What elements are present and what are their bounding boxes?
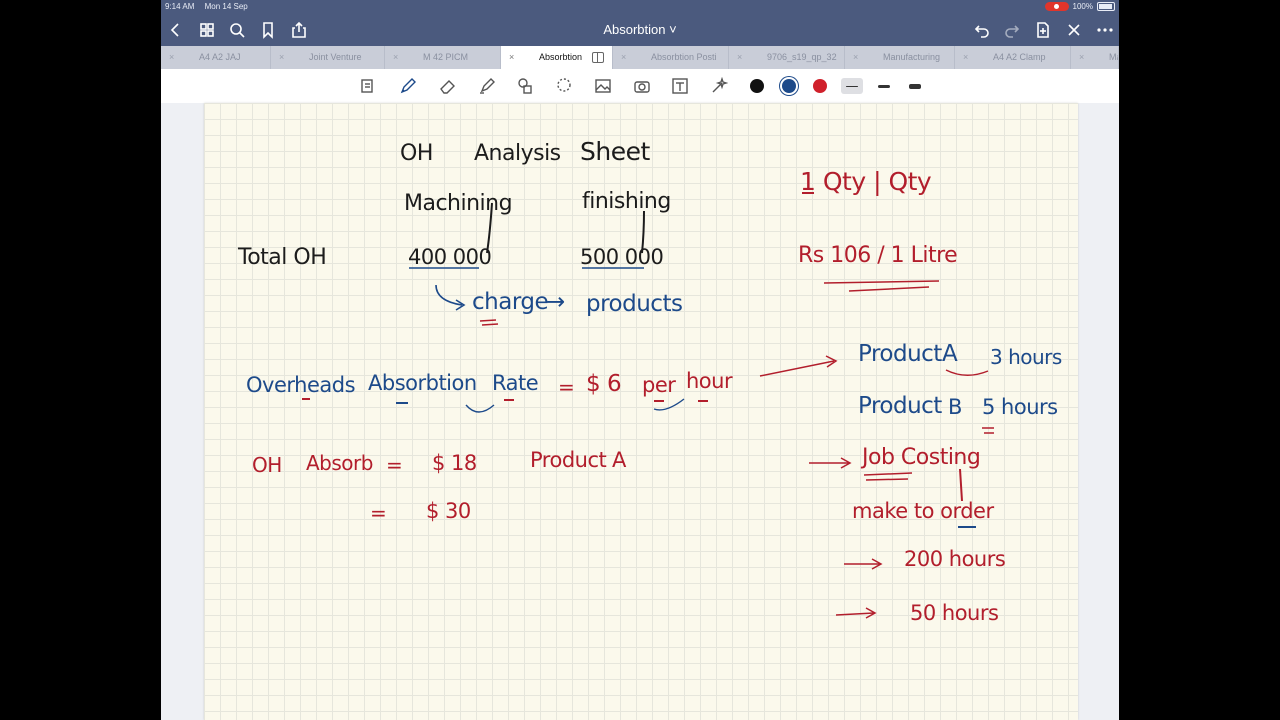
oar-per: per [642, 373, 676, 397]
note-arrow: → [546, 289, 565, 315]
product-b-word: Product [858, 393, 942, 419]
tab-joint-venture[interactable]: × Joint Venture [271, 46, 385, 69]
camera-icon[interactable] [631, 75, 653, 97]
image-icon[interactable] [592, 75, 614, 97]
close-tab-icon[interactable]: × [1079, 46, 1084, 69]
note-products: products [586, 291, 683, 317]
color-blue-swatch[interactable] [782, 79, 796, 93]
tab-label: Manuf [1109, 52, 1118, 62]
undo-icon[interactable] [971, 19, 993, 41]
tab-label: Absorbtion Posti [651, 52, 717, 62]
oh-absorb-word: Absorb [306, 451, 373, 475]
close-tab-icon[interactable]: × [169, 46, 174, 69]
close-tab-icon[interactable]: × [963, 46, 968, 69]
hours-200: 200 hours [904, 547, 1006, 571]
tab-label: A4 A2 JAJ [199, 52, 241, 62]
make-to-order: make to order [852, 499, 994, 523]
oar-value: $ 6 [586, 371, 622, 397]
navigation-bar: 9:14 AM Mon 14 Sep 100% Absorbtion ˅ [161, 0, 1119, 46]
tab-label: Joint Venture [309, 52, 362, 62]
absorb-value-30: $ 30 [426, 499, 471, 523]
status-indicators: 100% [1044, 2, 1115, 11]
screen-recording-icon [1044, 2, 1069, 11]
absorb-value-18: $ 18 [432, 451, 477, 475]
add-page-icon[interactable] [1032, 19, 1054, 41]
eraser-icon[interactable] [437, 75, 459, 97]
heading-sheet: Sheet [580, 137, 650, 166]
close-tab-icon[interactable]: × [279, 46, 284, 69]
close-tab-icon[interactable]: × [853, 46, 858, 69]
app-window: 9:14 AM Mon 14 Sep 100% Absorbtion ˅ × A… [161, 0, 1119, 720]
product-b-letter: B [948, 395, 962, 419]
value-machining: 400 000 [408, 245, 492, 269]
close-tab-icon[interactable]: × [621, 46, 626, 69]
oar-absorbtion: Absorbtion [368, 371, 477, 395]
tab-label: Manufacturing [883, 52, 941, 62]
ratio-price-litre: Rs 106 / 1 Litre [798, 243, 958, 268]
color-black-swatch[interactable] [750, 79, 764, 93]
hours-50: 50 hours [910, 601, 999, 625]
tab-label: 9706_s19_qp_32 [767, 52, 837, 62]
oar-rate: Rate [492, 371, 539, 395]
heading-oh: OH [400, 141, 433, 166]
absorb-product-label: Product [530, 448, 607, 472]
product-a-letter: A [942, 341, 958, 367]
oar-overheads: Overheads [246, 373, 356, 397]
ratio-qty: 1 Qty | Qty [800, 167, 932, 196]
tab-9706-s19-qp-32[interactable]: × 9706_s19_qp_32 [729, 46, 845, 69]
status-bar: 9:14 AM Mon 14 Sep [165, 2, 256, 11]
status-time: 9:14 AM [165, 2, 195, 11]
tab-m42-picm[interactable]: × M 42 PICM [385, 46, 501, 69]
reader-icon[interactable] [357, 75, 379, 97]
tab-label: M 42 PICM [423, 52, 469, 62]
tab-label: Absorbtion [539, 52, 583, 62]
pen-icon[interactable] [397, 75, 419, 97]
more-options-icon[interactable] [1094, 19, 1116, 41]
close-icon[interactable] [1063, 19, 1085, 41]
product-b-hours: 5 hours [982, 395, 1058, 419]
row-total-oh: Total OH [238, 245, 327, 270]
split-view-icon[interactable] [592, 52, 604, 63]
tab-label: A4 A2 Clamp [993, 52, 1046, 62]
text-icon[interactable] [669, 75, 691, 97]
document-tab-bar: × A4 A2 JAJ × Joint Venture × M 42 PICM × Ab… [161, 46, 1119, 69]
tab-manufacturing[interactable]: × Manufacturing [845, 46, 955, 69]
product-a-word: Product [858, 341, 942, 367]
absorb-equals-2: = [370, 501, 387, 525]
highlighter-icon[interactable] [476, 75, 498, 97]
tab-absorbtion[interactable]: × Absorbtion [501, 46, 613, 69]
notebook-page[interactable]: OH Analysis Sheet Machining finishing To… [204, 103, 1078, 720]
oar-equals: = [558, 375, 575, 399]
tab-absorbtion-posti[interactable]: × Absorbtion Posti [613, 46, 729, 69]
product-a-hours: 3 hours [990, 345, 1062, 369]
absorb-equals-1: = [386, 453, 403, 477]
medium-stroke-option[interactable] [873, 78, 895, 94]
column-machining: Machining [404, 191, 513, 216]
thin-stroke-option[interactable] [841, 78, 863, 94]
absorb-product-letter: A [612, 448, 626, 472]
close-tab-icon[interactable]: × [737, 46, 742, 69]
oh-absorb-oh: OH [252, 453, 282, 477]
close-tab-icon[interactable]: × [509, 46, 514, 69]
lasso-icon[interactable] [553, 75, 575, 97]
tab-a4-a2-clamp[interactable]: × A4 A2 Clamp [955, 46, 1071, 69]
close-tab-icon[interactable]: × [393, 46, 398, 69]
color-red-swatch[interactable] [813, 79, 827, 93]
job-costing: Job Costing [862, 445, 981, 470]
battery-icon [1097, 2, 1115, 11]
thick-stroke-option[interactable] [904, 78, 926, 94]
tab-manuf[interactable]: × Manuf [1071, 46, 1119, 69]
drawing-toolbar [161, 69, 1119, 104]
note-charge: charge [472, 289, 549, 315]
heading-analysis: Analysis [474, 141, 561, 166]
shapes-icon[interactable] [514, 75, 536, 97]
oar-hour: hour [686, 369, 733, 393]
value-finishing: 500 000 [580, 245, 664, 269]
battery-percent: 100% [1072, 2, 1093, 11]
column-finishing: finishing [582, 189, 671, 214]
laser-icon[interactable] [708, 75, 730, 97]
status-date: Mon 14 Sep [204, 2, 248, 11]
redo-icon[interactable] [1001, 19, 1023, 41]
tab-a4-a2-jaj[interactable]: × A4 A2 JAJ [161, 46, 271, 69]
